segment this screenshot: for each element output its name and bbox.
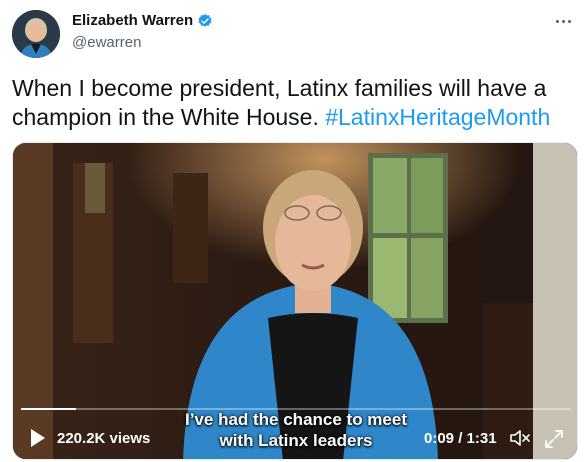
hashtag-link[interactable]: #LatinxHeritageMonth <box>325 104 550 130</box>
mute-icon[interactable] <box>509 428 531 448</box>
view-count: 220.2K views <box>57 430 151 447</box>
caption-line-1: I’ve had the chance to meet <box>184 410 407 429</box>
avatar[interactable] <box>12 10 60 58</box>
play-icon[interactable] <box>29 428 47 448</box>
more-icon[interactable] <box>552 10 574 32</box>
verified-badge-icon <box>197 13 213 29</box>
tweet: Elizabeth Warren @ewarren When I become … <box>0 0 584 462</box>
video-player[interactable]: I’ve had the chance to meet with Latinx … <box>12 142 578 460</box>
author-handle[interactable]: @ewarren <box>72 34 141 51</box>
tweet-text: When I become president, Latinx families… <box>12 74 572 132</box>
display-name[interactable]: Elizabeth Warren <box>72 12 193 29</box>
video-time: 0:09 / 1:31 <box>424 430 497 447</box>
fullscreen-icon[interactable] <box>543 428 565 450</box>
